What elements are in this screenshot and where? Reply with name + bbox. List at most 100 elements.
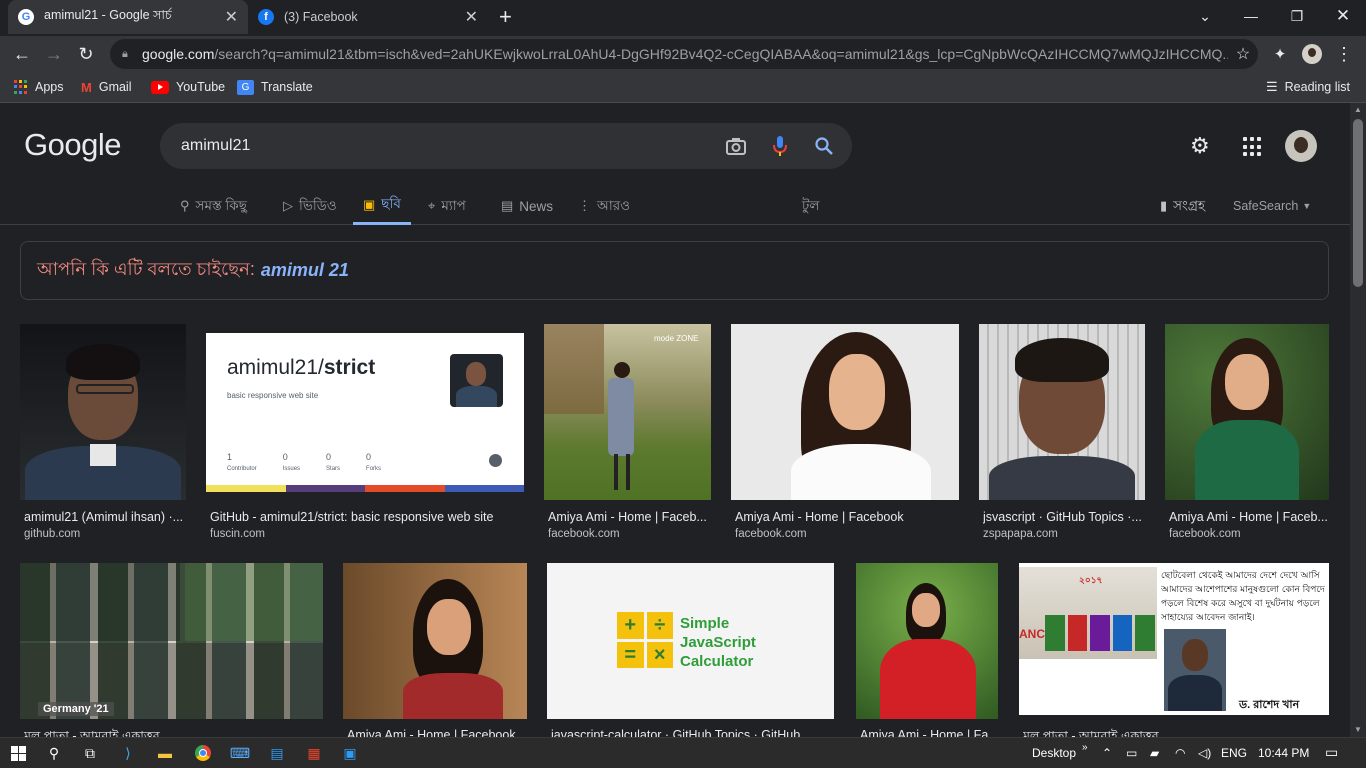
menu-dots-icon[interactable]: ⋮: [1332, 43, 1356, 65]
winrar-icon[interactable]: ▦: [304, 742, 324, 764]
image-result[interactable]: amimul21 (Amimul ihsan) ·... github.com: [20, 324, 186, 542]
image-result[interactable]: jsvascript · GitHub Topics ·... zspapapa…: [979, 324, 1145, 542]
tab-facebook[interactable]: f (3) Facebook ✕: [248, 0, 488, 34]
image-result[interactable]: amimul21/strict basic responsive web sit…: [206, 324, 524, 542]
result-thumbnail[interactable]: [731, 324, 959, 500]
tools-button[interactable]: টুল: [802, 187, 819, 225]
caret-down-icon: ▼: [1302, 201, 1312, 211]
app-icon[interactable]: ▣: [340, 742, 360, 764]
lock-icon: 🔒︎: [122, 48, 128, 60]
did-you-mean-text: আপনি কি এটি বলতে চাইছেন:: [37, 259, 255, 279]
new-tab-button[interactable]: +: [499, 4, 512, 30]
search-box[interactable]: amimul21: [160, 123, 852, 169]
reload-icon[interactable]: ↻: [74, 43, 98, 65]
close-icon[interactable]: ✕: [465, 7, 478, 27]
google-images-page: Google amimul21 ⚙ ⚲ সমস্ত কিছু ▷ ভিডিও ▣ ছব…: [0, 103, 1350, 737]
camera-icon[interactable]: [714, 131, 758, 161]
image-result[interactable]: Amiya Ami - Home | Fa...: [856, 563, 998, 737]
bookmark-gmail[interactable]: M Gmail: [81, 77, 132, 97]
desktop-toolbar-label[interactable]: Desktop: [1032, 746, 1076, 760]
safesearch-label: SafeSearch: [1233, 199, 1299, 213]
youtube-icon: [151, 80, 169, 94]
minimize-button[interactable]: —: [1228, 0, 1274, 32]
scrollbar-thumb[interactable]: [1353, 119, 1363, 287]
bookmark-label: Apps: [35, 80, 64, 94]
tab-news[interactable]: ▤ News: [501, 187, 553, 225]
close-window-button[interactable]: ✕: [1320, 0, 1366, 32]
tab-google-search[interactable]: G amimul21 - Google সার্চ ✕: [8, 0, 248, 34]
bookmark-label: Gmail: [98, 80, 132, 94]
profile-avatar[interactable]: [1300, 43, 1324, 65]
vscode-icon[interactable]: ⟩: [118, 742, 138, 764]
network-icon[interactable]: ▰: [1150, 746, 1159, 760]
result-thumbnail[interactable]: [343, 563, 527, 719]
reading-list-button[interactable]: ☰ Reading list: [1266, 77, 1350, 97]
google-apps-icon[interactable]: [1243, 137, 1263, 157]
restore-button[interactable]: ❐: [1274, 0, 1320, 32]
safesearch-button[interactable]: SafeSearch ▼: [1233, 187, 1311, 225]
scroll-up-icon[interactable]: ▲: [1354, 105, 1362, 114]
search-icon[interactable]: ⚲: [44, 742, 64, 764]
account-avatar[interactable]: [1285, 130, 1317, 162]
collage-text: ছোটবেলা থেকেই আমাদের দেশে দেখে আসি আমাদে…: [1161, 571, 1325, 623]
notification-icon[interactable]: ▭: [1325, 744, 1338, 761]
bookmark-translate[interactable]: G Translate: [237, 77, 313, 97]
result-thumbnail[interactable]: + ÷ = × Simple JavaScript Calculator: [547, 563, 834, 719]
bookmark-youtube[interactable]: YouTube: [151, 77, 225, 97]
result-thumbnail[interactable]: [20, 324, 186, 500]
result-thumbnail[interactable]: Germany '21: [20, 563, 323, 719]
did-you-mean-link[interactable]: amimul 21: [261, 260, 349, 281]
result-thumbnail[interactable]: amimul21/strict basic responsive web sit…: [206, 324, 524, 500]
bookmark-star-icon[interactable]: ☆: [1228, 44, 1258, 64]
volume-icon[interactable]: ◁): [1198, 746, 1211, 760]
facebook-icon: f: [258, 9, 274, 25]
result-thumbnail[interactable]: mode ZONE: [544, 324, 711, 500]
result-thumbnail[interactable]: ২০১৭ ANCE ছোটবেলা থেকেই আমাদের দেশে দেখে…: [1019, 563, 1329, 715]
microphone-icon[interactable]: [758, 131, 802, 161]
google-logo[interactable]: Google: [24, 127, 121, 163]
tab-all[interactable]: ⚲ সমস্ত কিছু: [180, 187, 247, 225]
image-result[interactable]: Germany '21 মূল পাতা - আমরাই একাত্তর: [20, 563, 323, 737]
scroll-down-icon[interactable]: ▼: [1354, 725, 1362, 734]
tray-chevron-icon[interactable]: ⌃: [1102, 746, 1112, 760]
battery-icon: ▭: [1126, 746, 1138, 760]
task-view-icon[interactable]: ⧉: [80, 742, 100, 764]
keyboard-app-icon[interactable]: ⌨: [230, 742, 250, 764]
browser-toolbar: ← → ↻ 🔒︎ google.com/search?q=amimul21&tb…: [0, 36, 1366, 72]
back-icon[interactable]: ←: [10, 43, 34, 65]
settings-gear-icon[interactable]: ⚙: [1190, 133, 1210, 159]
collections-button[interactable]: ▮ সংগ্রহ: [1160, 187, 1205, 225]
result-title: Amiya Ami - Home | Faceb...: [1169, 510, 1328, 524]
tab-videos[interactable]: ▷ ভিডিও: [283, 187, 337, 225]
tab-search-icon[interactable]: ⌄: [1182, 0, 1228, 32]
result-thumbnail[interactable]: [1165, 324, 1329, 500]
collage-name: ড. রাশেদ খান: [1239, 699, 1300, 711]
language-indicator[interactable]: ENG: [1221, 746, 1247, 760]
address-bar[interactable]: 🔒︎ google.com/search?q=amimul21&tbm=isch…: [110, 39, 1258, 69]
toolbar-expand-icon[interactable]: »: [1082, 742, 1088, 753]
clock[interactable]: 10:44 PM: [1258, 746, 1309, 760]
windows-start-icon[interactable]: [8, 742, 28, 764]
image-result[interactable]: mode ZONE Amiya Ami - Home | Faceb... fa…: [544, 324, 711, 542]
bookmark-apps[interactable]: Apps: [14, 77, 64, 97]
image-result[interactable]: Amiya Ami - Home | Faceb... facebook.com: [1165, 324, 1329, 542]
image-result[interactable]: + ÷ = × Simple JavaScript Calculator jav…: [547, 563, 834, 737]
result-thumbnail[interactable]: [856, 563, 998, 719]
forward-icon[interactable]: →: [42, 43, 66, 65]
tab-more[interactable]: ⋮ আরও: [578, 187, 630, 225]
close-icon[interactable]: ✕: [225, 7, 238, 27]
image-result[interactable]: ২০১৭ ANCE ছোটবেলা থেকেই আমাদের দেশে দেখে…: [1019, 563, 1329, 737]
search-icon[interactable]: [802, 131, 846, 161]
tab-images[interactable]: ▣ ছবি: [353, 187, 411, 225]
page-scrollbar[interactable]: ▲ ▼: [1350, 103, 1366, 737]
extensions-icon[interactable]: ✦: [1268, 43, 1292, 65]
image-result[interactable]: Amiya Ami - Home | Facebook facebook.com: [731, 324, 959, 542]
result-thumbnail[interactable]: [979, 324, 1145, 500]
store-icon[interactable]: ▤: [267, 742, 287, 764]
search-input[interactable]: amimul21: [181, 137, 714, 155]
wifi-icon[interactable]: ◠: [1175, 746, 1185, 760]
chrome-icon[interactable]: [192, 742, 214, 764]
file-explorer-icon[interactable]: ▬: [155, 742, 175, 764]
image-result[interactable]: Amiya Ami - Home | Facebook: [343, 563, 527, 737]
tab-maps[interactable]: ⌖ ম্যাপ: [428, 187, 466, 225]
